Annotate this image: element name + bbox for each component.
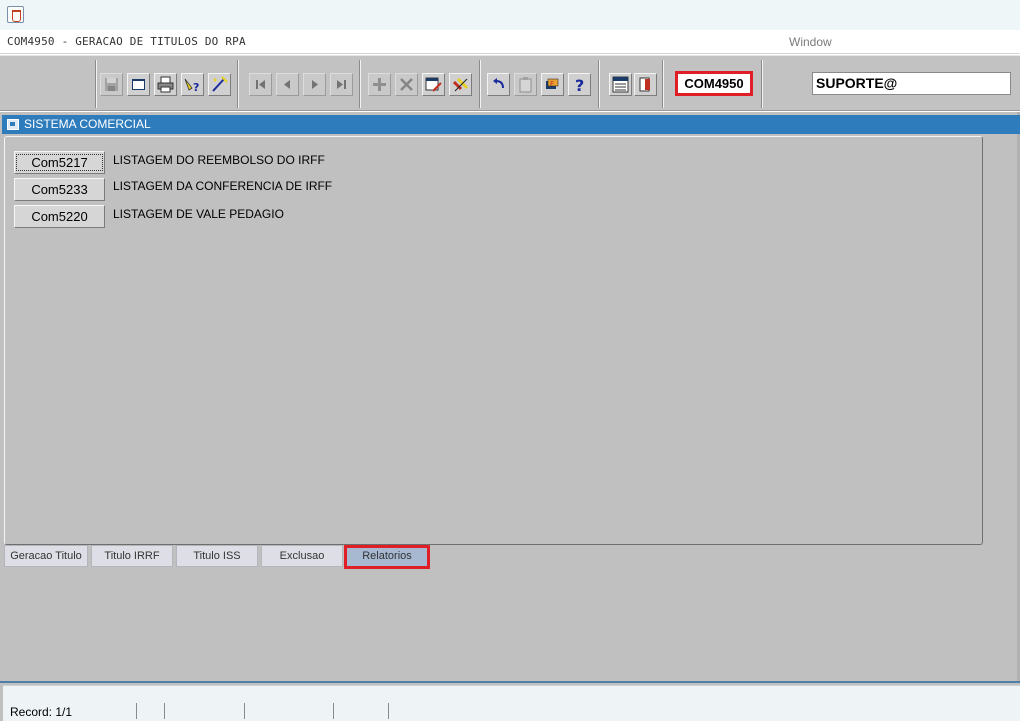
insert-record-button[interactable] — [368, 73, 391, 96]
save-button[interactable] — [100, 73, 123, 96]
edit-record-icon — [425, 77, 442, 92]
toolbar-separator — [359, 60, 361, 108]
java-cup-icon — [7, 6, 24, 23]
status-divider — [333, 703, 334, 719]
status-separator — [0, 681, 1020, 683]
report-button-label: Com5233 — [31, 182, 88, 197]
status-divider — [388, 703, 389, 719]
status-bar — [3, 685, 1020, 721]
delete-record-button[interactable] — [395, 73, 418, 96]
window-icon — [132, 79, 145, 90]
next-record-button[interactable] — [303, 73, 326, 96]
tab-titulo-iss[interactable]: Titulo ISS — [176, 545, 258, 567]
toolbar-separator — [662, 60, 664, 108]
report-description: LISTAGEM DE VALE PEDAGIO — [113, 207, 284, 221]
menu-icon — [612, 76, 629, 93]
toolbar-separator — [95, 60, 97, 108]
status-divider — [244, 703, 245, 719]
clear-icon — [452, 77, 469, 92]
last-record-button[interactable] — [330, 73, 353, 96]
edit-record-button[interactable] — [422, 73, 445, 96]
help-button[interactable]: ? — [568, 73, 591, 96]
last-record-icon — [337, 80, 346, 89]
record-indicator: Record: 1/1 — [10, 705, 73, 719]
delete-record-icon — [400, 78, 413, 91]
exit-icon — [639, 77, 650, 92]
first-record-button[interactable] — [249, 73, 272, 96]
toolbar-separator — [598, 60, 600, 108]
report-button-label: Com5217 — [16, 154, 103, 171]
wizard-button[interactable] — [208, 73, 231, 96]
report-description: LISTAGEM DO REEMBOLSO DO IRFF — [113, 153, 325, 167]
hand-button[interactable]: F — [541, 73, 564, 96]
query-help-button[interactable]: ? — [181, 73, 204, 96]
report-description: LISTAGEM DA CONFERENCIA DE IRFF — [113, 179, 333, 193]
query-help-icon: ? — [184, 78, 199, 93]
tab-titulo-irrf[interactable]: Titulo IRRF — [91, 545, 173, 567]
form-code-field: COM4950 — [675, 71, 753, 96]
clear-button[interactable] — [449, 73, 472, 96]
title-bar — [0, 0, 1020, 30]
toolbar-separator — [237, 60, 239, 108]
svg-text:?: ? — [193, 81, 199, 93]
print-button[interactable] — [154, 73, 177, 96]
undo-button[interactable] — [487, 73, 510, 96]
previous-record-button[interactable] — [276, 73, 299, 96]
tab-exclusao[interactable]: Exclusao — [261, 545, 343, 567]
report-button-com5217[interactable]: Com5217 — [14, 151, 105, 174]
report-button-com5233[interactable]: Com5233 — [14, 178, 105, 201]
next-record-icon — [312, 80, 318, 89]
user-field: SUPORTE@ — [812, 72, 1011, 95]
status-divider — [136, 703, 137, 719]
menu-button[interactable] — [609, 73, 632, 96]
tab-relatorios[interactable]: Relatorios — [344, 545, 430, 569]
exit-button[interactable] — [634, 73, 657, 96]
tab-geracao-titulo[interactable]: Geracao Titulo — [4, 545, 88, 567]
hand-icon: F — [546, 78, 559, 89]
wizard-icon — [212, 76, 228, 92]
inner-window-titlebar: SISTEMA COMERCIAL — [2, 115, 1020, 134]
form-title: COM4950 - GERACAO DE TITULOS DO RPA — [7, 35, 246, 48]
toolbar-separator — [761, 60, 763, 108]
report-button-label: Com5220 — [31, 209, 88, 224]
status-divider — [164, 703, 165, 719]
insert-record-icon — [373, 78, 386, 91]
toolbar-separator — [479, 60, 481, 108]
menu-bar: COM4950 - GERACAO DE TITULOS DO RPA Wind… — [0, 30, 1020, 54]
svg-text:?: ? — [575, 76, 584, 93]
reports-panel — [4, 136, 983, 545]
menu-window[interactable]: Window — [789, 35, 832, 49]
window-icon — [7, 119, 19, 130]
clipboard-button[interactable] — [514, 73, 537, 96]
help-icon: ? — [575, 76, 584, 93]
print-icon — [157, 76, 174, 93]
clipboard-icon — [519, 77, 532, 93]
svg-text:F: F — [550, 80, 554, 88]
save-icon — [105, 78, 118, 91]
inner-window-title: SISTEMA COMERCIAL — [24, 117, 151, 131]
undo-icon — [493, 78, 504, 89]
window-button[interactable] — [127, 73, 150, 96]
previous-record-icon — [284, 80, 290, 89]
report-button-com5220[interactable]: Com5220 — [14, 205, 105, 228]
first-record-icon — [256, 80, 265, 89]
